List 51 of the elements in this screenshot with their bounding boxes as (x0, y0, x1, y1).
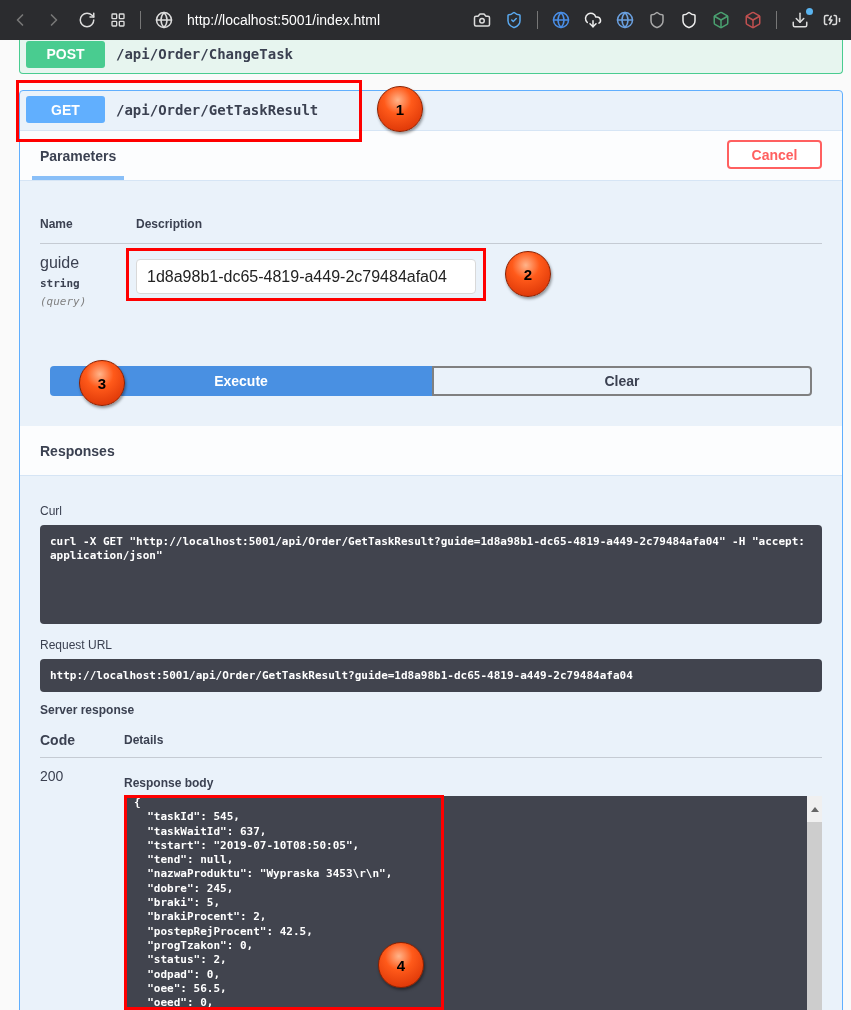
reload-icon[interactable] (78, 11, 96, 29)
address-bar[interactable]: http://localhost:5001/index.html (187, 12, 459, 28)
code-line: "brakiProcent": 2, (146, 910, 267, 925)
code-line: "odpad": 0, (146, 967, 221, 982)
code-line: "taskId": 545, (146, 810, 240, 825)
method-badge: GET (26, 96, 105, 123)
step-marker: 1 (377, 86, 423, 132)
code-line: "oeed": 0, (146, 996, 214, 1010)
code-line: "nazwaProduktu": "Wypraska 3453\r\n", (146, 867, 393, 882)
parameter-name: guide (40, 254, 81, 272)
responses-heading: Responses (40, 442, 115, 459)
column-header: Details (124, 733, 164, 747)
curl-label: Curl (40, 504, 63, 518)
column-header: Name (40, 217, 74, 231)
parameter-type: string (40, 277, 81, 290)
endpoint-path[interactable]: /api/Order/ChangeTask (116, 46, 293, 62)
request-url-label: Request URL (40, 638, 114, 652)
code-line: "status": 2, (146, 953, 227, 968)
grid-icon[interactable] (110, 12, 126, 28)
code-line: { (134, 796, 141, 811)
method-badge: POST (26, 40, 105, 68)
clear-button[interactable]: Clear (432, 366, 812, 396)
shield-icon[interactable] (648, 11, 666, 29)
parameters-tab[interactable]: Parameters (32, 131, 125, 180)
code-line: "oee": 56.5, (146, 981, 227, 997)
guide-input[interactable]: 1d8a98b1-dc65-4819-a449-2c79484afa04 (136, 259, 476, 294)
server-response-label: Server response (40, 703, 136, 717)
status-code: 200 (40, 768, 65, 786)
scroll-up-icon[interactable] (810, 806, 819, 812)
scrollbar[interactable] (807, 796, 822, 1010)
globe-icon[interactable] (616, 11, 634, 29)
camera-icon[interactable] (473, 11, 491, 29)
request-url: http://localhost:5001/api/Order/GetTaskResult?guide=1d8a98b1-dc65-4819-a449-2c79484afa04 (40, 659, 822, 692)
column-header: Code (40, 732, 75, 748)
step-marker: 2 (505, 251, 551, 297)
cloud-icon[interactable] (584, 11, 602, 29)
code-line: "braki": 5, (146, 896, 221, 911)
code-line: "taskWaitId": 637, (146, 824, 267, 839)
response-body-label: Response body (124, 776, 215, 790)
cube-icon[interactable] (712, 11, 730, 29)
column-header: Description (136, 217, 202, 231)
parameter-location: (query) (40, 295, 88, 308)
endpoint-path[interactable]: /api/Order/GetTaskResult (116, 101, 319, 118)
code-line: "tend": null, (146, 853, 234, 868)
shield-icon[interactable] (505, 11, 523, 29)
step-marker: 3 (79, 360, 125, 406)
code-line: "tstart": "2019-07-10T08:50:05", (146, 838, 360, 854)
curl-command: curl -X GET "http://localhost:5001/api/Order/GetTaskResult?guide=1d8a98b1-dc65-4819-a449-2c79484afa04" -H "accept: application/json" (40, 525, 822, 624)
code-line: "progTzakon": 0, (146, 938, 254, 954)
code-line: "postepRejProcent": 42.5, (146, 924, 313, 939)
code-line: "dobre": 245, (146, 881, 234, 897)
